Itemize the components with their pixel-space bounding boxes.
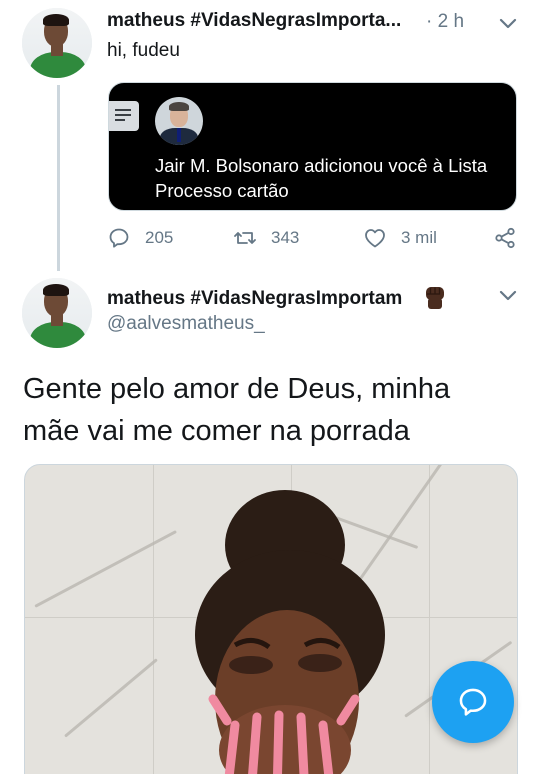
compose-bubble-icon bbox=[459, 688, 487, 716]
compose-button[interactable] bbox=[432, 661, 514, 743]
list-invite-card[interactable]: Jair M. Bolsonaro adicionou você à Lista… bbox=[108, 82, 517, 211]
tweet-actions: 205 343 3 mil bbox=[107, 226, 522, 252]
tweet-text: hi, fudeu bbox=[107, 40, 180, 61]
display-name[interactable]: matheus #VidasNegrasImportam bbox=[107, 288, 402, 310]
avatar[interactable] bbox=[22, 278, 92, 348]
document-icon bbox=[109, 101, 139, 131]
tweet-text: Gente pelo amor de Deus, minha mãe vai m… bbox=[23, 368, 523, 452]
card-text: Jair M. Bolsonaro adicionou você à Lista… bbox=[155, 153, 515, 203]
heart-icon bbox=[365, 229, 385, 248]
display-name[interactable]: matheus #VidasNegrasImporta... bbox=[107, 10, 401, 32]
retweet-button[interactable]: 343 bbox=[233, 226, 299, 250]
card-text-line1: Jair M. Bolsonaro adicionou você à Lista bbox=[155, 155, 488, 176]
chevron-down-icon[interactable] bbox=[498, 288, 518, 302]
retweet-icon bbox=[234, 232, 256, 244]
card-avatar bbox=[155, 97, 203, 145]
reply-count: 205 bbox=[145, 228, 174, 247]
reply-icon bbox=[109, 228, 129, 248]
tweet-text-line2: mãe vai me comer na porrada bbox=[23, 415, 410, 447]
card-text-line2: Processo cartão bbox=[155, 180, 289, 201]
like-button[interactable]: 3 mil bbox=[363, 226, 437, 250]
retweet-count: 343 bbox=[271, 228, 300, 247]
share-icon bbox=[495, 227, 515, 249]
reply-button[interactable]: 205 bbox=[107, 226, 173, 250]
share-button[interactable] bbox=[493, 226, 517, 250]
raised-fist-icon bbox=[426, 287, 444, 309]
like-count: 3 mil bbox=[401, 228, 437, 247]
chevron-down-icon[interactable] bbox=[498, 16, 518, 30]
user-handle[interactable]: @aalvesmatheus_ bbox=[107, 313, 265, 335]
tweet-time: · 2 h bbox=[426, 11, 465, 32]
avatar[interactable] bbox=[22, 8, 92, 78]
tweet-text-line1: Gente pelo amor de Deus, minha bbox=[23, 373, 451, 405]
photo-subject bbox=[195, 490, 385, 774]
thread-line bbox=[57, 85, 60, 271]
